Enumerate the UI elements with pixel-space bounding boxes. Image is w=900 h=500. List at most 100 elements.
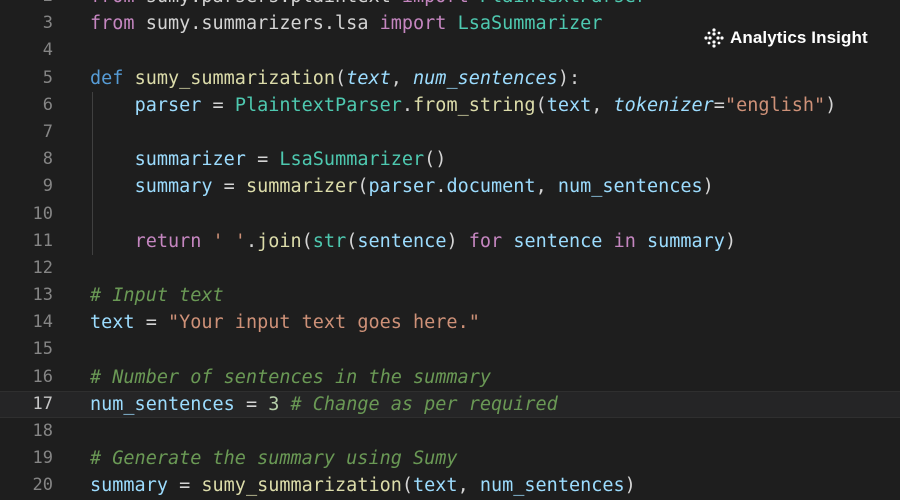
code-token: = xyxy=(145,312,157,334)
code-token: PlaintextParser xyxy=(234,94,402,116)
code-token: # Change as per required xyxy=(290,393,558,415)
code-token: ) xyxy=(724,230,737,252)
code-line[interactable]: 7 xyxy=(0,118,900,147)
code-token: sentence xyxy=(513,230,603,252)
code-token: sumy_summarization xyxy=(201,475,402,497)
code-text: # Generate the summary using Sumy xyxy=(90,445,458,472)
code-token: def xyxy=(90,67,124,89)
code-line[interactable]: 11 return ' '.join(str(sentence) for sen… xyxy=(0,227,900,255)
code-line[interactable]: 19 # Generate the summary using Sumy xyxy=(0,445,900,472)
code-token: ( xyxy=(401,475,414,497)
watermark-brand-text: Analytics Insight xyxy=(730,28,868,47)
line-number: 20 xyxy=(32,475,53,496)
line-number: 10 xyxy=(32,203,53,224)
code-token: text xyxy=(346,67,391,89)
code-line[interactable]: 2 from sumy.parsers.plaintext import Plai… xyxy=(0,0,900,10)
code-text: num_sentences = 3 # Change as per requir… xyxy=(90,391,558,418)
code-token: ' ' xyxy=(212,230,246,252)
indent-guide xyxy=(92,200,93,228)
code-token: summary xyxy=(134,176,213,198)
line-number: 13 xyxy=(32,285,53,306)
code-token: parser xyxy=(134,94,202,116)
line-number: 7 xyxy=(42,121,53,142)
code-token: summarizer xyxy=(245,176,358,198)
code-token: . xyxy=(435,176,447,198)
line-number: 3 xyxy=(42,13,53,34)
code-line[interactable]: 14 text = "Your input text goes here." xyxy=(0,309,900,336)
line-number: 4 xyxy=(42,40,53,61)
code-token: "english" xyxy=(724,94,826,116)
indent-guide xyxy=(92,118,93,147)
code-token: text xyxy=(413,475,458,497)
code-text: parser = PlaintextParser.from_string(tex… xyxy=(90,92,837,119)
code-token: ) xyxy=(446,230,458,252)
code-line[interactable]: 18 xyxy=(0,418,900,445)
code-line[interactable]: 15 xyxy=(0,336,900,363)
line-number: 2 xyxy=(0,0,53,10)
code-token: summary xyxy=(90,475,168,497)
code-line[interactable]: 12 xyxy=(0,255,900,282)
code-token: sumy.summarizers.lsa xyxy=(145,13,369,35)
code-token: ( xyxy=(346,230,358,252)
line-number: 9 xyxy=(42,176,53,197)
code-line[interactable]: 13 # Input text xyxy=(0,282,900,309)
line-number: 18 xyxy=(32,421,53,441)
code-token: num_sentences xyxy=(90,393,235,415)
code-token: document xyxy=(446,176,536,198)
code-token: , xyxy=(390,67,414,89)
code-line[interactable]: 16 # Number of sentences in the summary xyxy=(0,364,900,391)
line-number: 16 xyxy=(32,366,53,387)
code-token: import xyxy=(379,13,447,35)
code-line[interactable]: 10 xyxy=(0,200,900,228)
code-token: = xyxy=(245,393,258,415)
code-line[interactable]: 8 summarizer = LsaSummarizer() xyxy=(0,146,900,174)
code-token: ): xyxy=(557,67,581,89)
line-number: 12 xyxy=(32,257,53,278)
code-editor[interactable]: 2 from sumy.parsers.plaintext import Plai… xyxy=(0,0,900,500)
code-token: "Your input text goes here." xyxy=(167,312,480,334)
code-token: return xyxy=(134,230,202,252)
code-line[interactable]: 17 num_sentences = 3 # Change as per requ… xyxy=(0,390,900,418)
code-line[interactable]: 5 def sumy_summarization(text, num_senten… xyxy=(0,65,900,92)
code-line[interactable]: 6 parser = PlaintextParser.from_string(t… xyxy=(0,91,900,119)
code-token: LsaSummarizer xyxy=(457,13,603,35)
line-number: 14 xyxy=(32,312,53,333)
code-text: summary = summarizer(parser.document, nu… xyxy=(90,173,714,200)
code-token: in xyxy=(613,230,636,252)
code-text: from sumy.parsers.plaintext import Plain… xyxy=(90,0,647,10)
code-token: , xyxy=(457,475,480,497)
code-token: text xyxy=(90,312,135,334)
code-token: summarizer xyxy=(134,149,246,171)
code-token: from xyxy=(90,0,135,7)
code-token: num_sentences xyxy=(413,67,558,89)
code-token: ( xyxy=(301,230,313,252)
line-number: 5 xyxy=(42,67,53,88)
code-token: sentence xyxy=(357,230,447,252)
analytics-insight-logo-icon xyxy=(704,28,724,48)
code-token: summary xyxy=(646,230,725,252)
code-token: num_sentences xyxy=(479,475,625,497)
code-line[interactable]: 9 summary = summarizer(parser.document, … xyxy=(0,173,900,201)
code-token: text xyxy=(546,94,592,116)
code-token: ( xyxy=(335,67,347,89)
code-line[interactable]: 20 summary = sumy_summarization(text, num… xyxy=(0,472,900,499)
line-number: 11 xyxy=(32,230,53,251)
code-token: ( xyxy=(535,94,547,116)
code-token: # Input text xyxy=(90,285,224,307)
code-token: num_sentences xyxy=(557,176,703,198)
